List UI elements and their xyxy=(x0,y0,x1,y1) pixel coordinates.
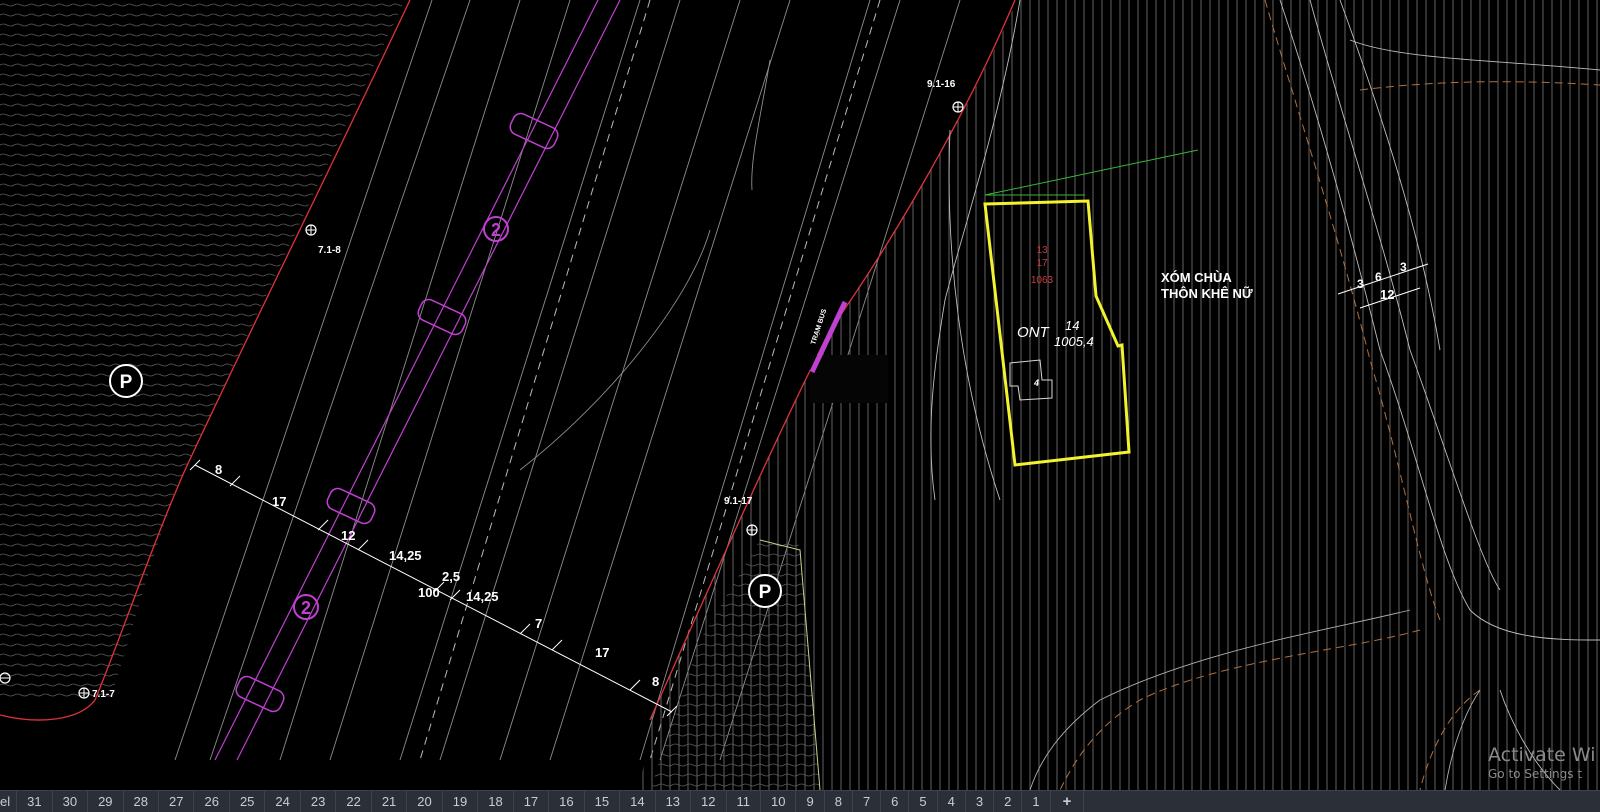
windows-activation-watermark: Activate Wi Go to Settings t xyxy=(1488,744,1596,781)
layout-tab-29[interactable]: 29 xyxy=(88,791,124,812)
layout-tab-bar: el 31 30 29 28 27 26 25 24 23 22 21 20 19 18 17 16 15 14 1… xyxy=(0,790,1600,812)
house-label: 4 xyxy=(1033,378,1039,388)
layout-tab-30[interactable]: 30 xyxy=(53,791,89,812)
dim-10: 8 xyxy=(652,674,659,689)
add-layout-button[interactable]: + xyxy=(1051,791,1085,812)
layout-tab-22[interactable]: 22 xyxy=(336,791,372,812)
layout-tab-7[interactable]: 7 xyxy=(853,791,882,812)
layout-tab-9[interactable]: 9 xyxy=(796,791,825,812)
survey-point-2[interactable]: 7.1-7 xyxy=(78,687,115,700)
point-label-4: 9.1-17 xyxy=(724,496,753,507)
layout-tab-3[interactable]: 3 xyxy=(966,791,995,812)
layout-tab-20[interactable]: 20 xyxy=(407,791,443,812)
route-number-1: 2 xyxy=(491,220,501,240)
layout-tab-16[interactable]: 16 xyxy=(549,791,585,812)
layout-tabs: 31 30 29 28 27 26 25 24 23 22 21 20 19 18 17 16 15 14 13 12… xyxy=(17,791,1051,812)
layout-tab-model[interactable]: el xyxy=(0,791,18,812)
layout-tab-25[interactable]: 25 xyxy=(230,791,266,812)
layout-tab-4[interactable]: 4 xyxy=(938,791,966,812)
parcel-line-1: 13 xyxy=(1036,245,1048,256)
dim-4: 14,25 xyxy=(389,548,422,563)
point-label-2: 7.1-7 xyxy=(92,689,115,700)
dim-3: 12 xyxy=(341,528,355,543)
dim-6: 100 xyxy=(418,585,440,600)
layout-tab-10[interactable]: 10 xyxy=(761,791,797,812)
route-number-2: 2 xyxy=(301,598,311,618)
bus-stop-block xyxy=(810,355,888,403)
layout-tab-13[interactable]: 13 xyxy=(656,791,692,812)
parking-label-right: P xyxy=(759,582,772,603)
layout-tab-27[interactable]: 27 xyxy=(159,791,195,812)
survey-point-1[interactable]: 7.1-8 xyxy=(305,224,341,256)
place-label-2: THÔN KHÊ NỮ xyxy=(1161,286,1253,301)
layout-tab-23[interactable]: 23 xyxy=(301,791,337,812)
layout-tab-31[interactable]: 31 xyxy=(17,791,53,812)
right-dim-total: 12 xyxy=(1380,287,1394,302)
parcel-code: ONT xyxy=(1017,324,1051,341)
layout-tab-24[interactable]: 24 xyxy=(265,791,301,812)
watermark-subtitle: Go to Settings t xyxy=(1488,767,1583,781)
parcel-line-2: 17 xyxy=(1036,258,1048,269)
layout-tab-28[interactable]: 28 xyxy=(124,791,159,812)
layout-tab-11[interactable]: 11 xyxy=(727,791,761,812)
place-label-1: XÓM CHÙA xyxy=(1161,270,1232,285)
dim-9: 17 xyxy=(595,645,609,660)
dim-7: 14,25 xyxy=(466,589,499,604)
point-label-1: 7.1-8 xyxy=(318,245,341,256)
parking-area-left xyxy=(0,0,405,700)
layout-tab-8[interactable]: 8 xyxy=(825,791,853,812)
parking-label-left: P xyxy=(120,372,133,393)
point-label-3: 9.1-16 xyxy=(927,79,956,90)
layout-tab-18[interactable]: 18 xyxy=(478,791,514,812)
cad-drawing[interactable]: 2 2 TRẠM BUS 4 13 17 1063 ONT 14 1005,4 … xyxy=(0,0,1600,790)
dim-5: 2,5 xyxy=(442,569,460,584)
parcel-line-3: 1063 xyxy=(1031,275,1054,286)
parcel-number: 14 xyxy=(1065,318,1079,333)
parking-symbol-left: P xyxy=(109,364,143,398)
layout-tab-17[interactable]: 17 xyxy=(514,791,550,812)
right-dim-b: 6 xyxy=(1375,270,1382,284)
layout-tab-19[interactable]: 19 xyxy=(443,791,479,812)
layout-tab-15[interactable]: 15 xyxy=(585,791,621,812)
parcel-area: 1005,4 xyxy=(1054,334,1094,349)
parking-symbol-right: P xyxy=(748,574,782,608)
layout-tab-5[interactable]: 5 xyxy=(909,791,938,812)
drawing-canvas[interactable]: 2 2 TRẠM BUS 4 13 17 1063 ONT 14 1005,4 … xyxy=(0,0,1600,790)
dim-2: 17 xyxy=(272,494,286,509)
dim-8: 7 xyxy=(535,616,542,631)
layout-tab-1[interactable]: 1 xyxy=(1022,791,1051,812)
right-dim-a: 3 xyxy=(1357,277,1364,291)
layout-tab-14[interactable]: 14 xyxy=(620,791,656,812)
layout-tab-6[interactable]: 6 xyxy=(881,791,910,812)
layout-tab-12[interactable]: 12 xyxy=(691,791,727,812)
survey-point-3[interactable]: 9.1-16 xyxy=(927,79,964,113)
dim-1: 8 xyxy=(215,462,222,477)
layout-tab-26[interactable]: 26 xyxy=(194,791,230,812)
layout-tab-21[interactable]: 21 xyxy=(372,791,408,812)
layout-tab-2[interactable]: 2 xyxy=(994,791,1023,812)
watermark-title: Activate Wi xyxy=(1488,744,1596,766)
right-dim-c: 3 xyxy=(1400,260,1407,274)
